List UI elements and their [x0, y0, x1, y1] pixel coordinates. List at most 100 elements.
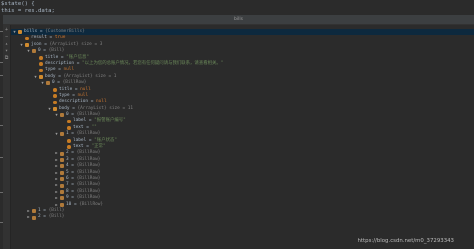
down-icon[interactable]: ▾: [4, 49, 9, 54]
field-value: {BillRow}: [76, 131, 101, 137]
code-editor[interactable]: $state() { this = res.data;: [0, 0, 474, 15]
tree-sidebar: + − ▴ ▾ ⧉: [3, 25, 11, 249]
field-value: "正常": [91, 144, 106, 150]
field-separator: =: [68, 156, 77, 162]
field-value: "": [91, 124, 97, 130]
variables-tree[interactable]: ▼ bills = {CustomerBills} result = true ▼ js…: [11, 29, 474, 221]
field-value: {BillRow}: [76, 169, 101, 175]
tree-row-text: 2 = {Bill}: [38, 214, 64, 220]
field-value: {ArrayList} size = 11: [77, 105, 134, 111]
field-separator: =: [83, 144, 92, 150]
field-separator: =: [54, 80, 63, 86]
field-name: type: [45, 67, 56, 73]
field-name: result: [31, 35, 47, 41]
field-name: text: [73, 124, 84, 130]
code-line-1: $state() {: [1, 1, 35, 7]
primitive-field-icon: [53, 94, 57, 98]
field-value: {BillRow}: [76, 163, 101, 169]
array-element-icon: [46, 81, 50, 86]
field-value: {BillRow}: [76, 188, 101, 194]
field-value: {ArrayList} size = 1: [63, 73, 117, 79]
field-value: {BillRow}: [76, 150, 101, 156]
field-value: {BillRow}: [76, 175, 101, 181]
array-element-icon: [60, 164, 64, 169]
object-field-icon: [53, 106, 57, 111]
field-separator: =: [40, 48, 49, 54]
array-element-icon: [32, 49, 36, 54]
remove-icon[interactable]: −: [4, 35, 9, 40]
field-separator: =: [83, 124, 92, 130]
array-element-icon: [60, 158, 64, 162]
window-titlebar[interactable]: bills: [3, 16, 474, 25]
array-element-icon: [60, 113, 64, 118]
collapsed-arrow-icon[interactable]: ▶: [26, 214, 31, 220]
primitive-field-icon: [39, 55, 43, 60]
field-separator: =: [68, 188, 77, 194]
field-separator: =: [88, 99, 97, 105]
field-separator: =: [68, 169, 77, 175]
field-name: type: [59, 92, 70, 98]
field-separator: =: [68, 131, 77, 137]
primitive-field-icon: [53, 100, 57, 105]
field-separator: =: [46, 35, 55, 41]
field-separator: =: [86, 137, 95, 143]
watermark: https://blog.csdn.net/m0_37293343: [357, 238, 454, 244]
field-name: label: [73, 118, 87, 124]
field-value: {BillRow}: [76, 182, 101, 188]
field-value: {BillRow}: [76, 112, 101, 118]
field-value: {BillRow}: [76, 156, 101, 162]
field-value: "账户状态": [94, 137, 118, 143]
field-name: title: [45, 54, 59, 60]
array-element-icon: [60, 170, 64, 175]
primitive-field-icon: [67, 139, 71, 143]
field-value: "以上为您的总账户情况，若您有任何疑问请与我们联系，请查看相关。": [82, 60, 224, 66]
field-value: null: [63, 67, 75, 73]
field-name: text: [73, 144, 84, 150]
field-name: json: [31, 41, 42, 47]
field-value: null: [80, 86, 91, 92]
field-value: {Bill}: [48, 48, 65, 54]
field-value: true: [54, 35, 66, 41]
field-separator: =: [68, 163, 77, 169]
field-separator: =: [58, 54, 67, 60]
evaluate-popup-window[interactable]: bills + − ▴ ▾ ⧉ ▼ bills = {CustomerBills}…: [3, 15, 474, 249]
up-icon[interactable]: ▴: [4, 42, 9, 47]
primitive-field-icon: [39, 68, 43, 73]
primitive-field-icon: [67, 145, 71, 150]
array-element-icon: [60, 151, 64, 156]
field-separator: =: [69, 105, 78, 111]
array-element-icon: [60, 183, 64, 188]
field-separator: =: [37, 29, 46, 34]
field-value: {CustomerBills}: [45, 29, 85, 34]
code-line-2: this = res.data;: [1, 8, 55, 14]
field-separator: =: [68, 195, 77, 201]
object-field-icon: [25, 42, 29, 47]
add-watch-icon[interactable]: +: [4, 28, 9, 33]
array-element-icon: [60, 177, 64, 182]
primitive-field-icon: [53, 87, 57, 92]
object-field-icon: [39, 74, 43, 79]
field-separator: =: [40, 207, 49, 213]
array-element-icon: [60, 202, 64, 207]
field-name: bills: [24, 29, 38, 34]
array-element-icon: [32, 215, 36, 220]
copy-icon[interactable]: ⧉: [4, 56, 9, 61]
field-name: label: [73, 137, 87, 143]
field-separator: =: [55, 73, 64, 79]
field-separator: =: [68, 150, 77, 156]
field-value: {BillRow}: [62, 80, 87, 86]
array-element-icon: [32, 209, 36, 214]
field-value: {ArrayList} size = 3: [49, 41, 103, 47]
field-separator: =: [40, 214, 49, 220]
field-value: {BillRow}: [76, 195, 101, 201]
field-separator: =: [68, 112, 77, 118]
tree-row[interactable]: ▶ 2 = {Bill}: [11, 214, 474, 220]
primitive-field-icon: [39, 62, 43, 66]
array-element-icon: [60, 132, 64, 137]
array-element-icon: [60, 196, 64, 201]
field-name: description: [59, 99, 89, 105]
field-name: description: [45, 60, 75, 66]
field-name: title: [59, 86, 73, 92]
field-value: {BillRow}: [79, 201, 104, 207]
field-value: "账户信息": [66, 54, 90, 60]
